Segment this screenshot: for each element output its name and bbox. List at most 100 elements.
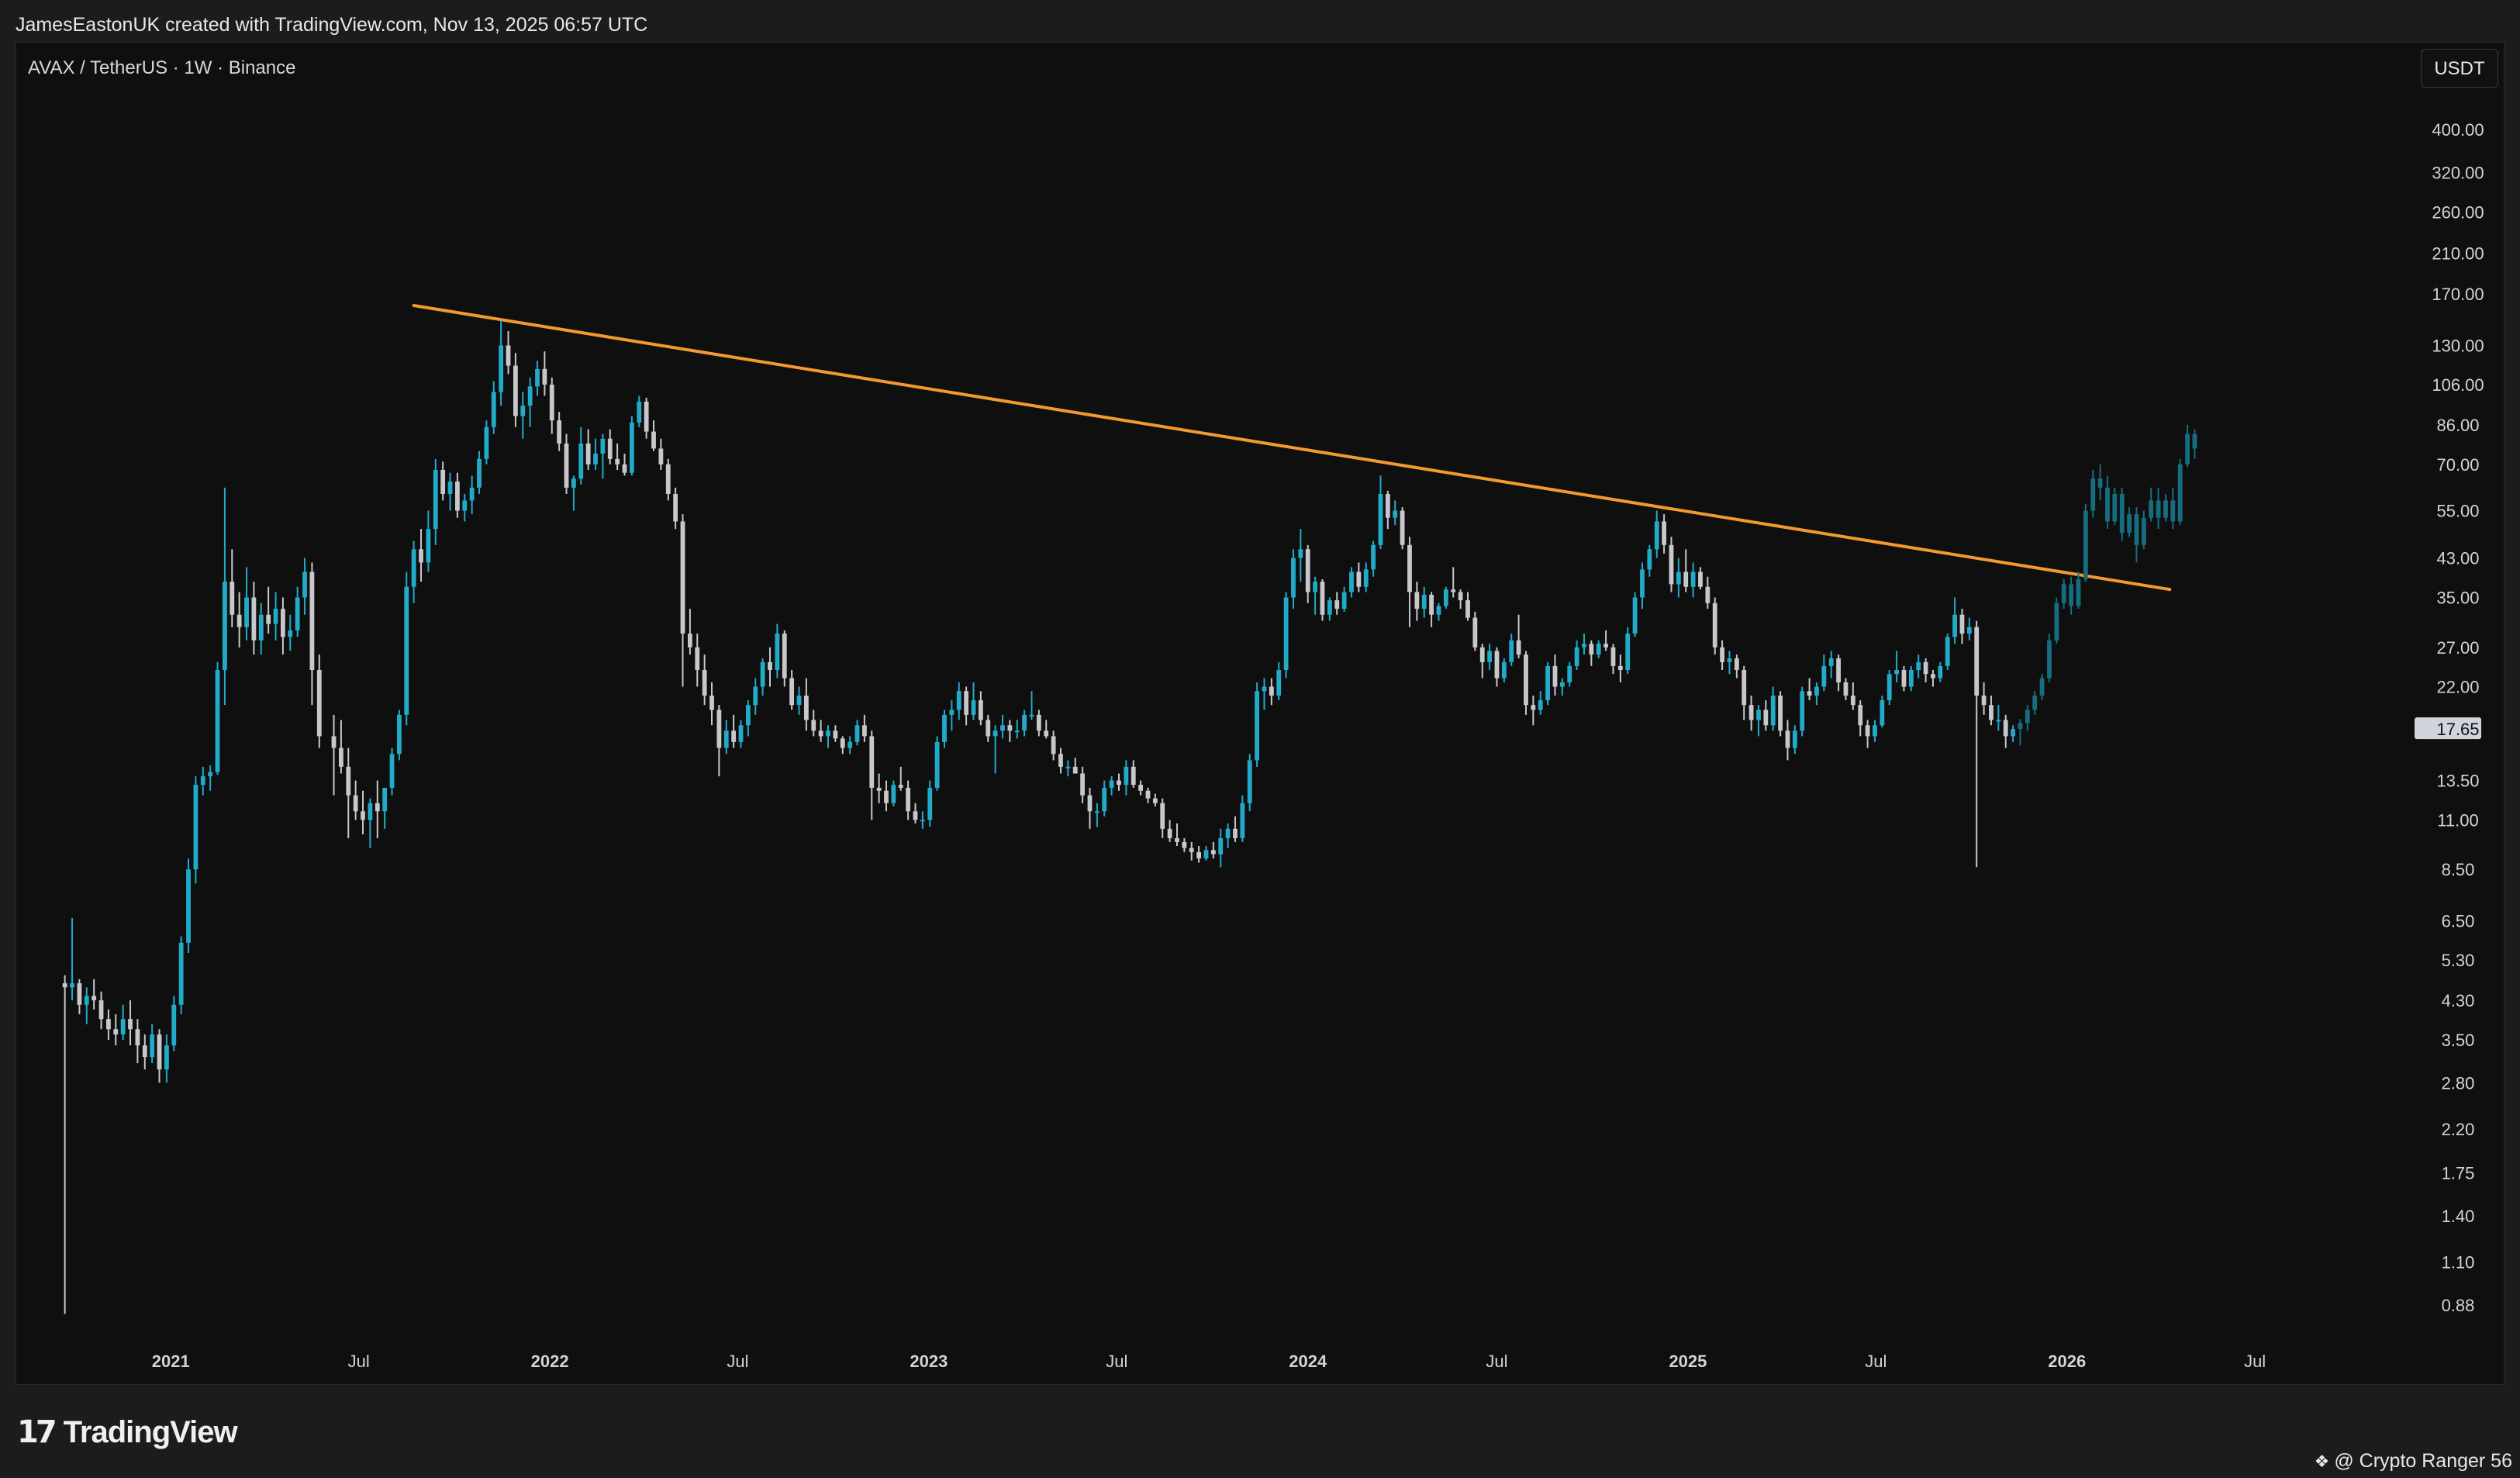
candle-192[interactable]	[1465, 592, 1470, 621]
candle-126[interactable]	[986, 714, 991, 742]
candle-112[interactable]	[884, 780, 889, 812]
candle-13[interactable]	[157, 1029, 162, 1083]
candle-139[interactable]	[1080, 766, 1086, 803]
candle-92[interactable]	[738, 720, 744, 748]
candle-173[interactable]	[1327, 597, 1332, 621]
candle-30[interactable]	[280, 597, 285, 655]
projected-candle-6[interactable]	[2061, 578, 2066, 610]
candle-140[interactable]	[1087, 787, 1093, 829]
candle-241[interactable]	[1821, 654, 1827, 692]
candle-88[interactable]	[709, 682, 714, 726]
candle-196[interactable]	[1494, 647, 1500, 687]
candle-193[interactable]	[1472, 611, 1478, 651]
candle-183[interactable]	[1400, 507, 1405, 550]
projected-candle-12[interactable]	[2105, 475, 2110, 530]
candle-137[interactable]	[1065, 760, 1071, 777]
projected-candle-9[interactable]	[2083, 503, 2088, 582]
candle-246[interactable]	[1858, 700, 1863, 737]
candle-24[interactable]	[236, 592, 242, 647]
candle-185[interactable]	[1414, 582, 1420, 621]
candle-212[interactable]	[1610, 644, 1616, 675]
candle-33[interactable]	[302, 558, 307, 615]
candle-149[interactable]	[1152, 793, 1158, 806]
candle-9[interactable]	[128, 1000, 133, 1046]
projected-candle-5[interactable]	[2054, 597, 2059, 644]
candle-219[interactable]	[1662, 514, 1667, 554]
candle-264[interactable]	[1989, 696, 1994, 726]
candle-55[interactable]	[469, 475, 475, 515]
candle-3[interactable]	[84, 987, 89, 1024]
candle-10[interactable]	[135, 1019, 140, 1064]
candle-162[interactable]	[1247, 754, 1252, 812]
candle-136[interactable]	[1058, 748, 1063, 774]
candle-59[interactable]	[499, 320, 504, 406]
candle-156[interactable]	[1203, 845, 1209, 861]
candle-191[interactable]	[1458, 589, 1463, 610]
projected-candle-0[interactable]	[2018, 719, 2023, 746]
candle-148[interactable]	[1145, 787, 1151, 803]
candle-53[interactable]	[454, 472, 460, 518]
candle-205[interactable]	[1559, 678, 1565, 696]
candle-256[interactable]	[1931, 669, 1935, 687]
candle-6[interactable]	[106, 1009, 111, 1040]
candle-125[interactable]	[978, 691, 983, 726]
candle-207[interactable]	[1574, 640, 1579, 670]
candle-73[interactable]	[600, 433, 606, 479]
candle-167[interactable]	[1283, 592, 1289, 679]
candle-135[interactable]	[1051, 730, 1056, 761]
candle-177[interactable]	[1356, 562, 1362, 592]
candle-150[interactable]	[1160, 798, 1165, 838]
candle-131[interactable]	[1022, 710, 1027, 737]
projected-candle-4[interactable]	[2047, 634, 2052, 682]
candle-178[interactable]	[1363, 562, 1369, 592]
candle-186[interactable]	[1421, 586, 1427, 618]
candle-258[interactable]	[1945, 634, 1950, 670]
candle-2[interactable]	[77, 979, 82, 1014]
candle-99[interactable]	[789, 669, 795, 710]
candle-111[interactable]	[876, 773, 882, 803]
candle-58[interactable]	[491, 381, 496, 434]
candle-63[interactable]	[527, 377, 533, 427]
candle-69[interactable]	[571, 475, 576, 511]
candle-124[interactable]	[971, 682, 976, 720]
candle-232[interactable]	[1756, 705, 1761, 737]
candle-166[interactable]	[1276, 661, 1282, 701]
candle-32[interactable]	[295, 586, 300, 637]
candle-97[interactable]	[775, 623, 780, 679]
candle-78[interactable]	[637, 395, 642, 427]
projected-candle-19[interactable]	[2156, 487, 2161, 530]
price-chart[interactable]: 400.00 320.00 260.00 210.00 170.00 130.00 106.…	[0, 0, 2520, 1478]
candle-161[interactable]	[1240, 795, 1245, 842]
candle-158[interactable]	[1218, 828, 1224, 868]
candle-72[interactable]	[593, 438, 598, 470]
candle-44[interactable]	[389, 748, 395, 796]
candle-64[interactable]	[535, 361, 540, 396]
candle-222[interactable]	[1683, 549, 1689, 592]
candle-181[interactable]	[1385, 490, 1390, 530]
candle-133[interactable]	[1036, 710, 1041, 737]
candle-100[interactable]	[796, 686, 802, 715]
candle-160[interactable]	[1233, 816, 1238, 842]
candle-199[interactable]	[1516, 614, 1521, 658]
candle-229[interactable]	[1734, 654, 1739, 679]
candle-238[interactable]	[1800, 686, 1805, 737]
projected-candle-11[interactable]	[2097, 464, 2103, 501]
candle-61[interactable]	[513, 353, 518, 427]
candle-14[interactable]	[164, 1034, 169, 1083]
candle-262[interactable]	[1974, 620, 1980, 868]
candle-179[interactable]	[1371, 540, 1376, 577]
candle-244[interactable]	[1843, 678, 1849, 701]
candle-182[interactable]	[1393, 500, 1398, 526]
candle-46[interactable]	[404, 572, 409, 726]
projected-candle-23[interactable]	[2185, 424, 2190, 468]
candle-106[interactable]	[840, 736, 845, 755]
candle-75[interactable]	[615, 443, 620, 470]
candle-145[interactable]	[1124, 760, 1129, 796]
candle-223[interactable]	[1690, 562, 1696, 598]
candle-129[interactable]	[1007, 720, 1013, 742]
candle-180[interactable]	[1378, 475, 1383, 550]
candle-227[interactable]	[1720, 640, 1725, 670]
candle-128[interactable]	[1000, 714, 1005, 739]
candle-251[interactable]	[1894, 651, 1899, 682]
candle-154[interactable]	[1189, 841, 1194, 861]
